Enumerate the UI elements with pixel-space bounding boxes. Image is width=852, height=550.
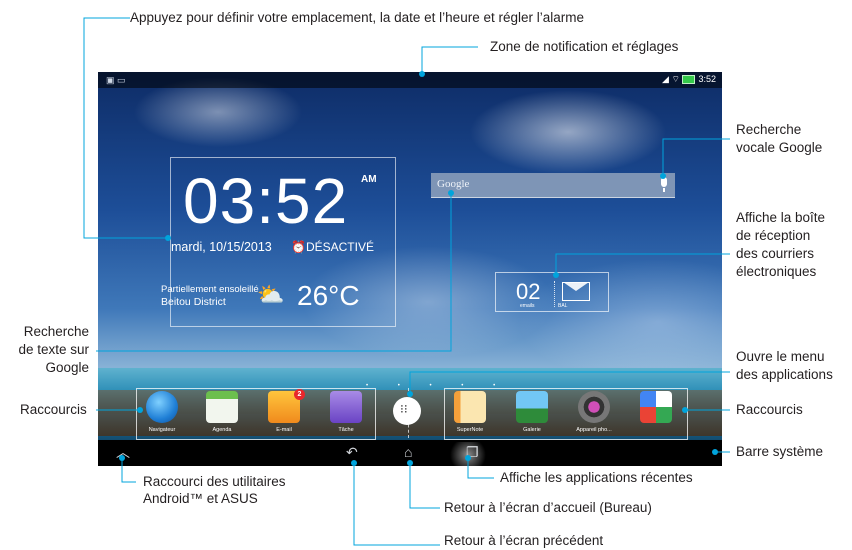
annotation-shortcuts-left: Raccourcis bbox=[20, 402, 87, 417]
microphone-stem bbox=[663, 188, 665, 192]
unread-badge: 2 bbox=[294, 389, 305, 400]
annotation-back: Retour à l’écran précédent bbox=[444, 533, 604, 548]
camera-icon bbox=[578, 391, 610, 423]
back-icon[interactable]: ↶ bbox=[346, 444, 358, 460]
email-divider bbox=[554, 281, 556, 307]
notebook-icon bbox=[454, 391, 486, 423]
status-time: 3:52 bbox=[698, 74, 716, 84]
weather-location: Beitou District bbox=[161, 296, 226, 308]
annotation-inbox-1: Affiche la boîte bbox=[736, 210, 826, 225]
leader-notification bbox=[421, 46, 478, 74]
annotation-search-2: de texte sur bbox=[18, 342, 89, 357]
leader-back bbox=[353, 463, 440, 546]
annotation-search-1: Recherche bbox=[23, 324, 89, 339]
weather-condition: Partiellement ensoleillé bbox=[161, 284, 259, 295]
annotation-voice-2: vocale Google bbox=[736, 140, 823, 155]
app-google-folder[interactable] bbox=[630, 391, 682, 437]
app-label: Navigateur bbox=[148, 427, 176, 433]
app-task[interactable]: Tâche bbox=[320, 391, 372, 437]
inbox-label: BAL bbox=[558, 303, 568, 309]
app-label: Appareil pho... bbox=[576, 427, 612, 433]
app-label: SuperNote bbox=[456, 427, 484, 433]
weather-temperature: 26°C bbox=[297, 280, 360, 311]
annotation-home: Retour à l’écran d’accueil (Bureau) bbox=[444, 500, 652, 515]
app-supernote[interactable]: SuperNote bbox=[444, 391, 496, 437]
leader-home bbox=[409, 463, 440, 509]
annotation-utilities-1: Raccourci des utilitaires bbox=[143, 474, 286, 489]
wifi-icon: ⌔ bbox=[671, 74, 680, 84]
home-icon[interactable]: ⌂ bbox=[404, 444, 412, 460]
clock-date: mardi, 10/15/2013 bbox=[171, 240, 272, 254]
app-browser[interactable]: Navigateur bbox=[136, 391, 188, 437]
app-label: Tâche bbox=[338, 427, 354, 433]
envelope-icon bbox=[562, 282, 590, 301]
battery-icon bbox=[682, 75, 696, 85]
annotation-apps-1: Ouvre le menu bbox=[736, 349, 825, 364]
status-icons[interactable]: ◢ ⌔ 3:52 bbox=[662, 74, 716, 85]
notification-icons[interactable]: ▣ ▭ bbox=[106, 75, 126, 86]
gallery-icon bbox=[516, 391, 548, 423]
annotation-inbox-4: électroniques bbox=[736, 264, 817, 279]
app-calendar[interactable]: Agenda bbox=[196, 391, 248, 437]
task-icon bbox=[330, 391, 362, 423]
annotation-apps-2: des applications bbox=[736, 367, 833, 382]
clock-widget[interactable]: 03:52 AM mardi, 10/15/2013 ⏰DÉSACTIVÉ Pa… bbox=[161, 157, 396, 327]
clock-ampm: AM bbox=[361, 174, 377, 185]
status-bar[interactable]: ▣ ▭ ◢ ⌔ 3:52 bbox=[98, 72, 722, 88]
app-label: E-mail bbox=[276, 427, 292, 433]
recent-apps-highlight bbox=[446, 442, 490, 466]
annotation-search-3: Google bbox=[45, 360, 89, 375]
annotation-inbox-2: de réception bbox=[736, 228, 811, 243]
app-gallery[interactable]: Galerie bbox=[506, 391, 558, 437]
google-search-label: Google bbox=[437, 178, 470, 190]
microphone-icon[interactable] bbox=[661, 177, 667, 187]
app-label: Agenda bbox=[212, 427, 232, 433]
globe-icon bbox=[146, 391, 178, 423]
annotation-shortcuts-right: Raccourcis bbox=[736, 402, 803, 417]
partly-sunny-icon: ⛅ bbox=[257, 282, 285, 307]
calendar-icon bbox=[206, 391, 238, 423]
annotation-voice-1: Recherche bbox=[736, 122, 802, 137]
annotation-recent: Affiche les applications récentes bbox=[500, 470, 693, 485]
tablet-home-screen: ▣ ▭ ◢ ⌔ 3:52 03:52 AM mardi, 10/15/2013 … bbox=[98, 72, 722, 466]
app-camera[interactable]: Appareil pho... bbox=[568, 391, 620, 437]
annotation-clock: Appuyez pour définir votre emplacement, … bbox=[130, 10, 584, 25]
app-email[interactable]: 2 E-mail bbox=[258, 389, 310, 437]
app-label: Galerie bbox=[523, 427, 541, 433]
alarm-status[interactable]: ⏰DÉSACTIVÉ bbox=[291, 240, 374, 254]
annotation-utilities-2: Android™ et ASUS bbox=[143, 491, 258, 506]
email-count: 02 bbox=[516, 279, 541, 304]
signal-icon: ◢ bbox=[662, 74, 669, 84]
system-bar: ︿ ↶ ⌂ ❐ bbox=[98, 440, 722, 466]
email-label: emails bbox=[520, 303, 535, 309]
annotation-system-bar: Barre système bbox=[736, 444, 824, 459]
clock-time: 03:52 bbox=[183, 165, 349, 237]
google-search-bar[interactable]: Google bbox=[431, 173, 675, 198]
email-widget[interactable]: 02 emails BAL bbox=[495, 272, 609, 312]
all-apps-button[interactable] bbox=[393, 397, 421, 425]
annotation-inbox-3: des courriers bbox=[736, 246, 815, 261]
google-folder-icon bbox=[640, 391, 672, 423]
annotation-notification: Zone de notification et réglages bbox=[490, 39, 679, 54]
asus-utilities-icon[interactable]: ︿ bbox=[116, 444, 130, 460]
